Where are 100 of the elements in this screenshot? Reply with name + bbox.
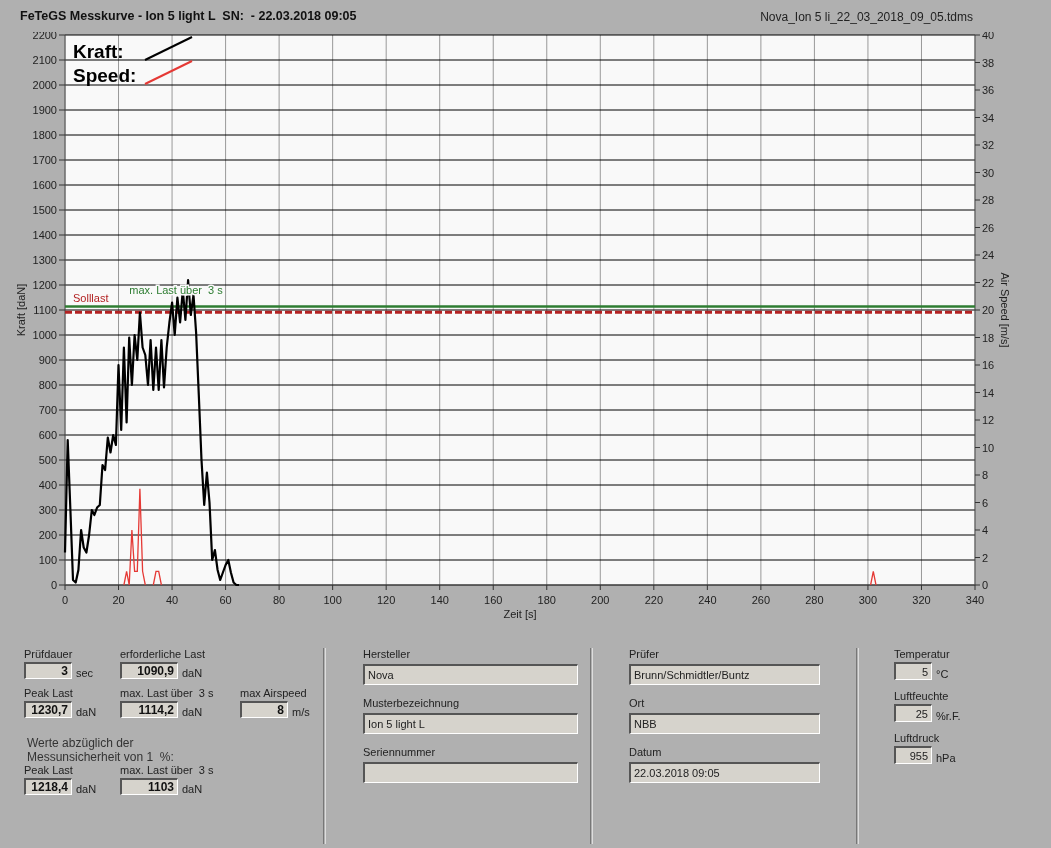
y2-tick-label: 26 (982, 221, 995, 234)
y2-tick-label: 16 (982, 359, 995, 371)
report-title: FeTeGS Messkurve - Ion 5 light L SN: - 22.03.2018 09:05 (20, 9, 357, 23)
y-tick-label: 1300 (32, 254, 57, 266)
value-field: 1090,9 (120, 662, 178, 679)
value-field: 1230,7 (24, 701, 72, 718)
y2-tick-label: 30 (982, 166, 995, 179)
x-tick-label: 120 (377, 594, 396, 606)
unit-label: hPa (936, 752, 956, 764)
x-tick-label: 220 (644, 594, 663, 606)
y2-tick-label: 8 (982, 469, 989, 481)
y-tick-label: 400 (38, 479, 57, 491)
unit-label: °C (936, 668, 949, 680)
y-axis-title: Kraft [daN] (15, 283, 27, 337)
x-tick-label: 100 (323, 594, 342, 606)
y-tick-label: 1900 (32, 104, 57, 116)
reference-line-label: Solllast (73, 292, 109, 305)
y-tick-label: 1700 (32, 154, 57, 166)
x-tick-label: 180 (537, 594, 556, 606)
field-label: Hersteller (363, 648, 412, 660)
file-name: Nova_Ion 5 li_22_03_2018_09_05.tdms (760, 9, 973, 24)
y-tick-label: 700 (38, 404, 57, 416)
y-tick-label: 300 (38, 504, 57, 516)
y-tick-label: 1400 (32, 229, 57, 241)
y-tick-label: 0 (50, 579, 57, 591)
x-tick-label: 40 (165, 594, 179, 606)
y-tick-label: 600 (38, 429, 57, 441)
y-tick-label: 200 (38, 529, 57, 541)
value-field: 5 (894, 662, 932, 680)
y-tick-label: 2000 (32, 79, 57, 91)
field-label: Peak Last (24, 687, 74, 699)
unit-label: %r.F. (936, 710, 961, 722)
y2-tick-label: 18 (982, 331, 995, 344)
x-tick-label: 300 (858, 594, 878, 606)
field-label: Prüfer (629, 648, 660, 660)
x-tick-label: 240 (698, 594, 717, 606)
y2-tick-label: 36 (982, 84, 995, 96)
y2-tick-label: 20 (982, 304, 995, 316)
y-tick-label: 1100 (33, 304, 57, 316)
unit-label: daN (76, 706, 97, 718)
field-label: Datum (629, 746, 663, 758)
field-label: Ort (629, 697, 646, 709)
field-label: max Airspeed (240, 687, 308, 699)
y-tick-label: 1800 (32, 129, 57, 141)
value-field: 1218,4 (24, 778, 72, 795)
x-tick-label: 60 (219, 594, 232, 606)
legend-label: Kraft: (73, 41, 124, 62)
x-tick-label: 160 (484, 594, 503, 606)
x-tick-label: 260 (751, 594, 771, 606)
unit-label: daN (182, 706, 203, 718)
correction-note: Werte abzüglich der Messunsicherheit von 1 %: (27, 736, 175, 764)
x-tick-label: 140 (430, 594, 449, 606)
y2-tick-label: 14 (982, 386, 995, 399)
value-field: 1103 (120, 778, 178, 795)
y-tick-label: 2200 (32, 32, 57, 41)
field-label: Luftfeuchte (894, 690, 950, 702)
y2-tick-label: 28 (982, 194, 995, 206)
y2-tick-label: 6 (982, 496, 989, 509)
y2-tick-label: 2 (982, 551, 989, 564)
value-field: 25 (894, 704, 932, 722)
y2-tick-label: 0 (982, 579, 989, 591)
field-label: Seriennummer (363, 746, 437, 758)
x-tick-label: 200 (591, 594, 610, 606)
unit-label: sec (76, 667, 94, 679)
x-tick-label: 280 (805, 594, 824, 606)
y2-tick-label: 24 (982, 249, 995, 261)
y2-tick-label: 4 (982, 524, 989, 536)
y2-tick-label: 34 (982, 111, 995, 124)
y2-axis-title: Air Speed [m/s] (999, 272, 1011, 348)
y-tick-label: 900 (38, 354, 57, 366)
y-tick-label: 1200 (32, 279, 57, 291)
value-field: 8 (240, 701, 288, 718)
x-tick-label: 0 (61, 594, 69, 606)
y-tick-label: 500 (38, 454, 57, 466)
y2-tick-label: 32 (982, 139, 995, 151)
x-tick-label: 320 (912, 594, 931, 606)
y2-tick-label: 38 (982, 56, 995, 69)
field-label: max. Last über 3 s (120, 687, 215, 699)
y2-tick-label: 12 (982, 414, 995, 426)
y-tick-label: 2100 (32, 54, 57, 66)
y-tick-label: 1000 (32, 329, 57, 341)
field-label: Luftdruck (894, 732, 941, 744)
unit-label: daN (182, 783, 203, 795)
y2-tick-label: 10 (982, 441, 995, 454)
y-tick-label: 1500 (32, 204, 57, 216)
y2-tick-label: 40 (982, 32, 995, 41)
field-label: Musterbezeichnung (363, 697, 460, 709)
field-label: max. Last über 3 s (120, 764, 215, 776)
field-label: Prüfdauer (24, 648, 74, 660)
x-tick-label: 80 (273, 594, 286, 606)
y-tick-label: 1600 (32, 179, 57, 191)
x-tick-label: 20 (112, 594, 125, 606)
y-tick-label: 100 (38, 554, 57, 566)
value-field: 955 (894, 746, 932, 764)
unit-label: daN (76, 783, 97, 795)
unit-label: daN (182, 667, 203, 679)
unit-label: m/s (292, 706, 310, 718)
field-label: Peak Last (24, 764, 74, 776)
legend-label: Speed: (73, 65, 137, 86)
x-tick-label: 340 (965, 594, 985, 606)
